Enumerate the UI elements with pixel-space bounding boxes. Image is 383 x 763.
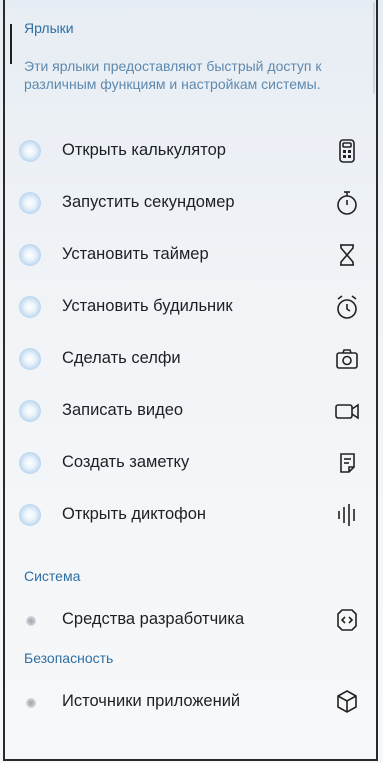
camera-icon xyxy=(334,345,360,373)
text-cursor xyxy=(10,24,12,64)
status-dot xyxy=(19,504,41,526)
shortcut-label: Запустить секундомер xyxy=(62,193,235,211)
voice-recorder-icon xyxy=(334,501,360,529)
status-dot xyxy=(19,400,41,422)
shortcut-create-note[interactable]: Создать заметку xyxy=(10,441,370,485)
developer-tools-icon xyxy=(334,606,360,634)
security-item-label: Источники приложений xyxy=(62,692,241,710)
shortcut-open-recorder[interactable]: Открыть диктофон xyxy=(10,493,370,537)
security-app-sources[interactable]: Источники приложений xyxy=(10,680,370,724)
shortcut-label: Создать заметку xyxy=(62,453,190,471)
section-title-shortcuts: Ярлыки xyxy=(24,20,74,36)
shortcut-label: Установить таймер xyxy=(62,245,209,263)
alarm-clock-icon xyxy=(334,293,360,321)
shortcut-label: Открыть калькулятор xyxy=(62,141,226,159)
app-package-icon xyxy=(334,688,360,716)
section-title-system: Система xyxy=(24,568,81,584)
shortcut-label: Открыть диктофон xyxy=(62,505,207,523)
system-developer-tools[interactable]: Средства разработчика xyxy=(10,598,370,642)
shortcut-start-stopwatch[interactable]: Запустить секундомер xyxy=(10,181,370,225)
hourglass-icon xyxy=(334,241,360,269)
status-dot xyxy=(19,296,41,318)
status-dot xyxy=(19,452,41,474)
stopwatch-icon xyxy=(334,189,360,217)
system-item-label: Средства разработчика xyxy=(62,610,245,628)
video-camera-icon xyxy=(334,397,360,425)
status-dot xyxy=(19,192,41,214)
section-title-security: Безопасность xyxy=(24,650,114,666)
status-dot xyxy=(26,698,36,708)
shortcut-label: Записать видео xyxy=(62,401,184,419)
shortcut-set-alarm[interactable]: Установить будильник xyxy=(10,285,370,329)
shortcut-label: Сделать селфи xyxy=(62,349,181,367)
shortcut-open-calculator[interactable]: Открыть калькулятор xyxy=(10,129,370,173)
status-dot xyxy=(19,244,41,266)
note-icon xyxy=(334,449,360,477)
shortcut-record-video[interactable]: Записать видео xyxy=(10,389,370,433)
shortcut-label: Установить будильник xyxy=(62,297,233,315)
status-dot xyxy=(19,348,41,370)
status-dot xyxy=(26,616,36,626)
calculator-icon xyxy=(334,137,360,165)
status-dot xyxy=(19,140,41,162)
shortcut-take-selfie[interactable]: Сделать селфи xyxy=(10,337,370,381)
scrollbar[interactable] xyxy=(373,2,375,94)
shortcut-set-timer[interactable]: Установить таймер xyxy=(10,233,370,277)
shortcuts-description: Эти ярлыки предоставляют быстрый доступ … xyxy=(24,58,322,92)
